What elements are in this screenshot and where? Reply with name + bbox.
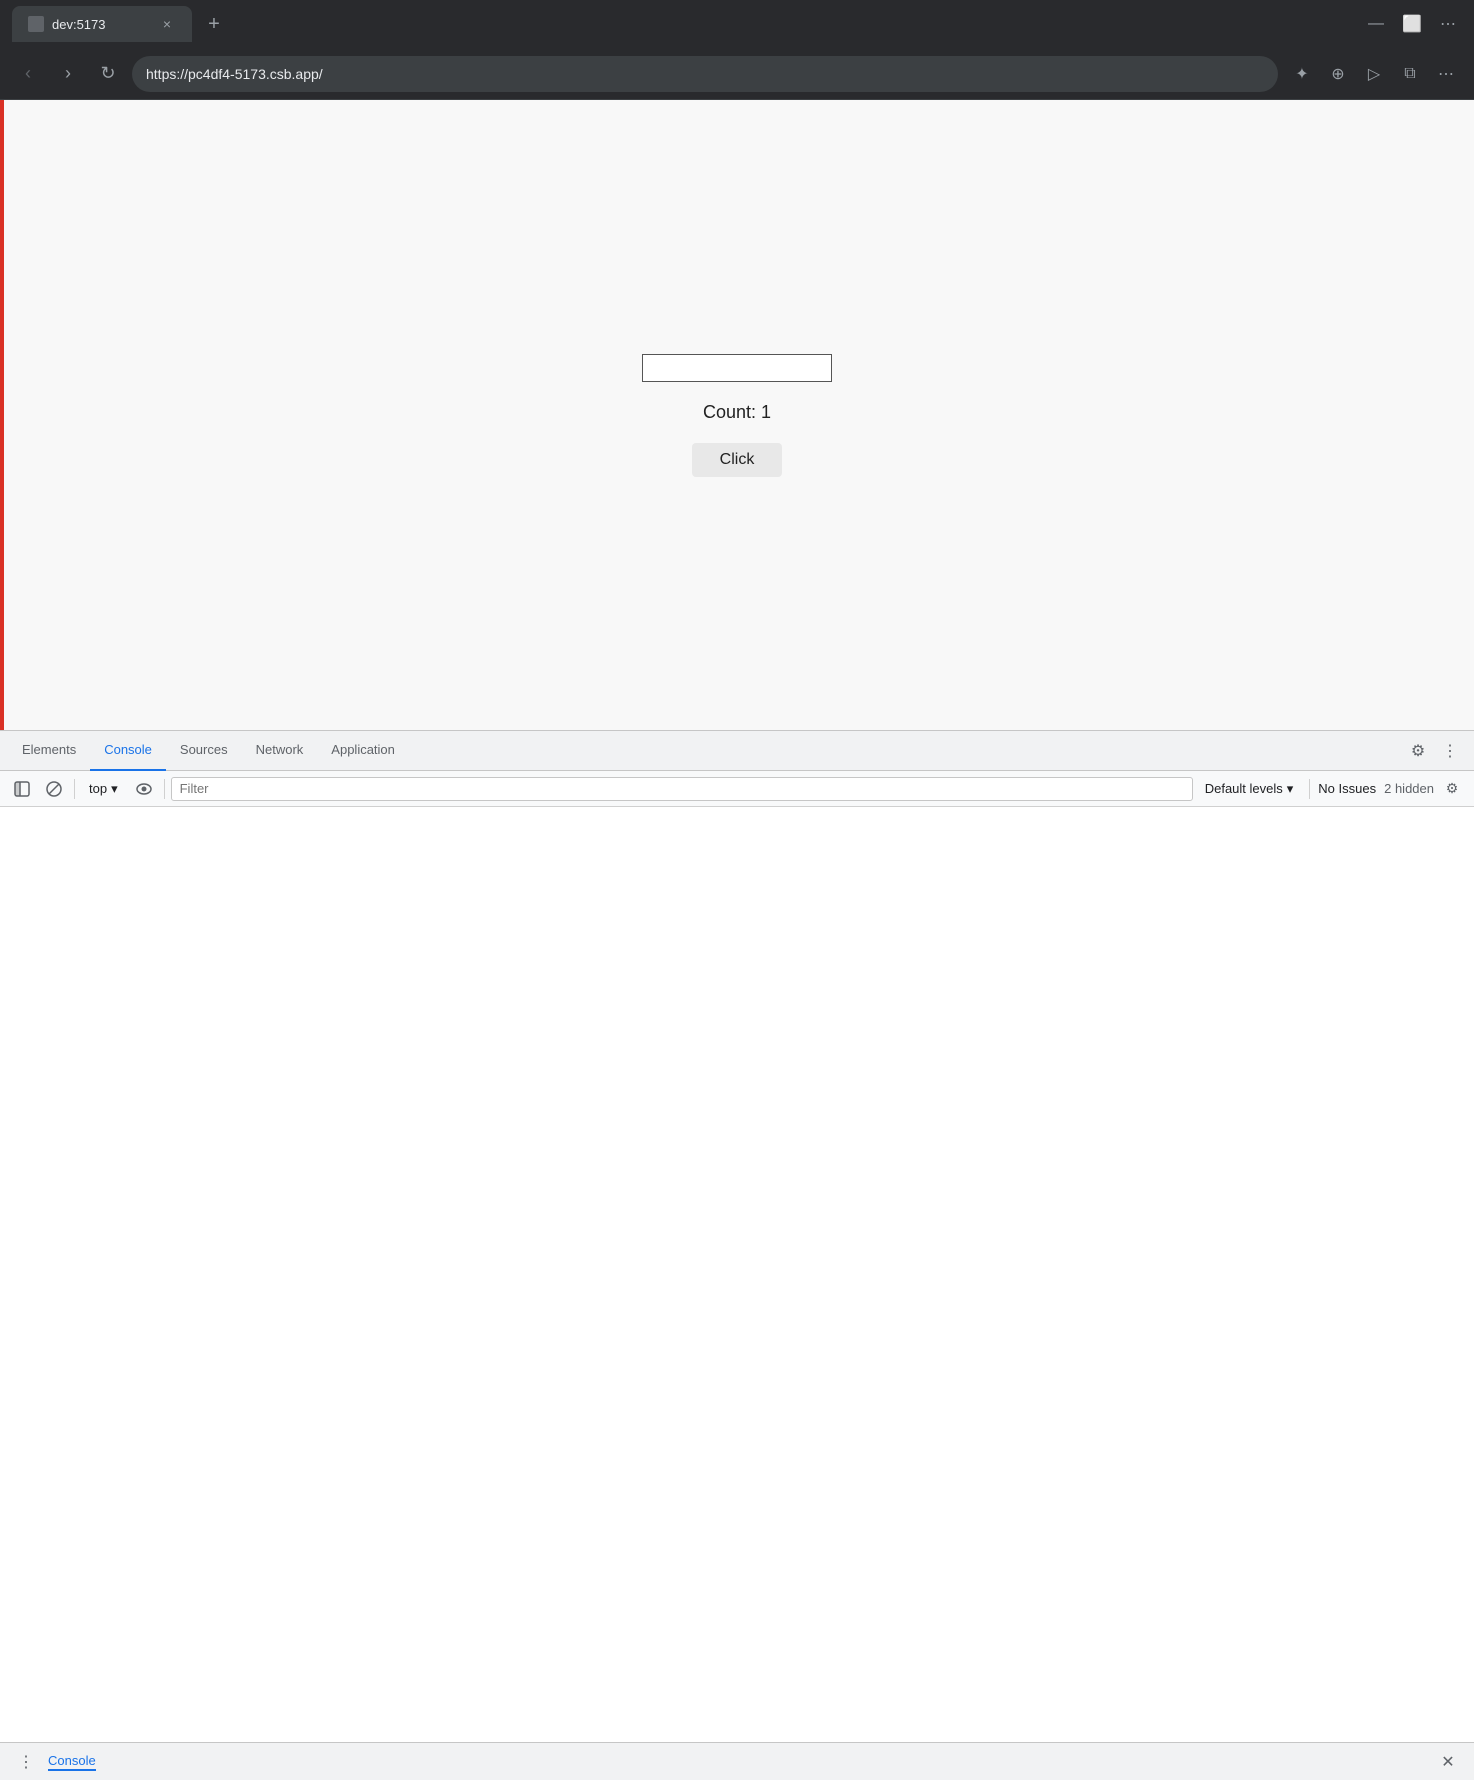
bottom-close-button[interactable]: ✕ <box>1434 1748 1462 1776</box>
filter-input[interactable] <box>171 777 1193 801</box>
nav-actions: ✦ ⊕ ▷ ⧉ ⋯ <box>1286 58 1462 90</box>
pin-button[interactable]: ✦ <box>1286 58 1318 90</box>
nav-more-button[interactable]: ⋯ <box>1430 58 1462 90</box>
browser-frame: dev:5173 × + — ⬜ ⋯ ‹ › ↻ https://pc4df4-… <box>0 0 1474 1780</box>
clear-console-button[interactable] <box>40 775 68 803</box>
back-button[interactable]: ‹ <box>12 58 44 90</box>
tab-close-button[interactable]: × <box>158 15 176 33</box>
hidden-count-label: 2 hidden <box>1384 781 1434 796</box>
minimize-button[interactable]: — <box>1362 10 1390 38</box>
url-text: https://pc4df4-5173.csb.app/ <box>146 66 1264 82</box>
reload-button[interactable]: ↻ <box>92 58 124 90</box>
tab-title: dev:5173 <box>52 17 150 32</box>
split-button[interactable]: ⧉ <box>1394 58 1426 90</box>
maximize-button[interactable]: ⬜ <box>1398 10 1426 38</box>
tab-network[interactable]: Network <box>242 731 318 771</box>
title-bar-controls: — ⬜ ⋯ <box>1362 10 1462 38</box>
address-bar[interactable]: https://pc4df4-5173.csb.app/ <box>132 56 1278 92</box>
devtools-settings-button[interactable]: ⚙ <box>1402 735 1434 767</box>
app-content: Count: 1 Click <box>642 354 832 477</box>
tab-console[interactable]: Console <box>90 731 166 771</box>
active-tab[interactable]: dev:5173 × <box>12 6 192 42</box>
location-button[interactable]: ⊕ <box>1322 58 1354 90</box>
context-arrow: ▾ <box>111 781 118 797</box>
console-toolbar: top ▾ Default levels ▾ No Issues 2 hidde… <box>0 771 1474 807</box>
toolbar-separator-3 <box>1309 779 1310 799</box>
new-tab-button[interactable]: + <box>200 10 228 38</box>
devtools-tabs-bar: Elements Console Sources Network Applica… <box>0 731 1474 771</box>
forward-button[interactable]: › <box>52 58 84 90</box>
click-button[interactable]: Click <box>692 443 783 477</box>
tab-area: dev:5173 × + <box>12 6 1354 42</box>
tab-elements[interactable]: Elements <box>8 731 90 771</box>
app-text-input[interactable] <box>642 354 832 382</box>
default-levels-label: Default levels <box>1205 781 1283 796</box>
bottom-tab-label[interactable]: Console <box>48 1753 96 1771</box>
clear-icon <box>46 781 62 797</box>
bottom-more-button[interactable]: ⋮ <box>12 1748 40 1776</box>
eye-icon <box>136 783 152 795</box>
default-levels-button[interactable]: Default levels ▾ <box>1197 778 1302 800</box>
toolbar-separator-1 <box>74 779 75 799</box>
context-label: top <box>89 781 107 796</box>
more-button[interactable]: ⋯ <box>1434 10 1462 38</box>
tab-application[interactable]: Application <box>317 731 409 771</box>
viewport: Count: 1 Click <box>0 100 1474 730</box>
toolbar-separator-2 <box>164 779 165 799</box>
app-count-display: Count: 1 <box>703 402 771 423</box>
console-settings-button[interactable]: ⚙ <box>1438 775 1466 803</box>
devtools-panel: Elements Console Sources Network Applica… <box>0 730 1474 1780</box>
red-accent-bar <box>0 100 4 730</box>
console-body <box>0 807 1474 1742</box>
tab-favicon <box>28 16 44 32</box>
context-selector[interactable]: top ▾ <box>81 779 126 799</box>
levels-dropdown-arrow: ▾ <box>1287 781 1294 797</box>
title-bar: dev:5173 × + — ⬜ ⋯ <box>0 0 1474 48</box>
eye-button[interactable] <box>130 775 158 803</box>
no-issues-label: No Issues <box>1318 781 1376 796</box>
devtools-more-button[interactable]: ⋮ <box>1434 735 1466 767</box>
sidebar-toggle-button[interactable] <box>8 775 36 803</box>
bottom-bar: ⋮ Console ✕ <box>0 1742 1474 1780</box>
tab-sources[interactable]: Sources <box>166 731 242 771</box>
cast-button[interactable]: ▷ <box>1358 58 1390 90</box>
sidebar-icon <box>14 781 30 797</box>
nav-bar: ‹ › ↻ https://pc4df4-5173.csb.app/ ✦ ⊕ ▷… <box>0 48 1474 100</box>
